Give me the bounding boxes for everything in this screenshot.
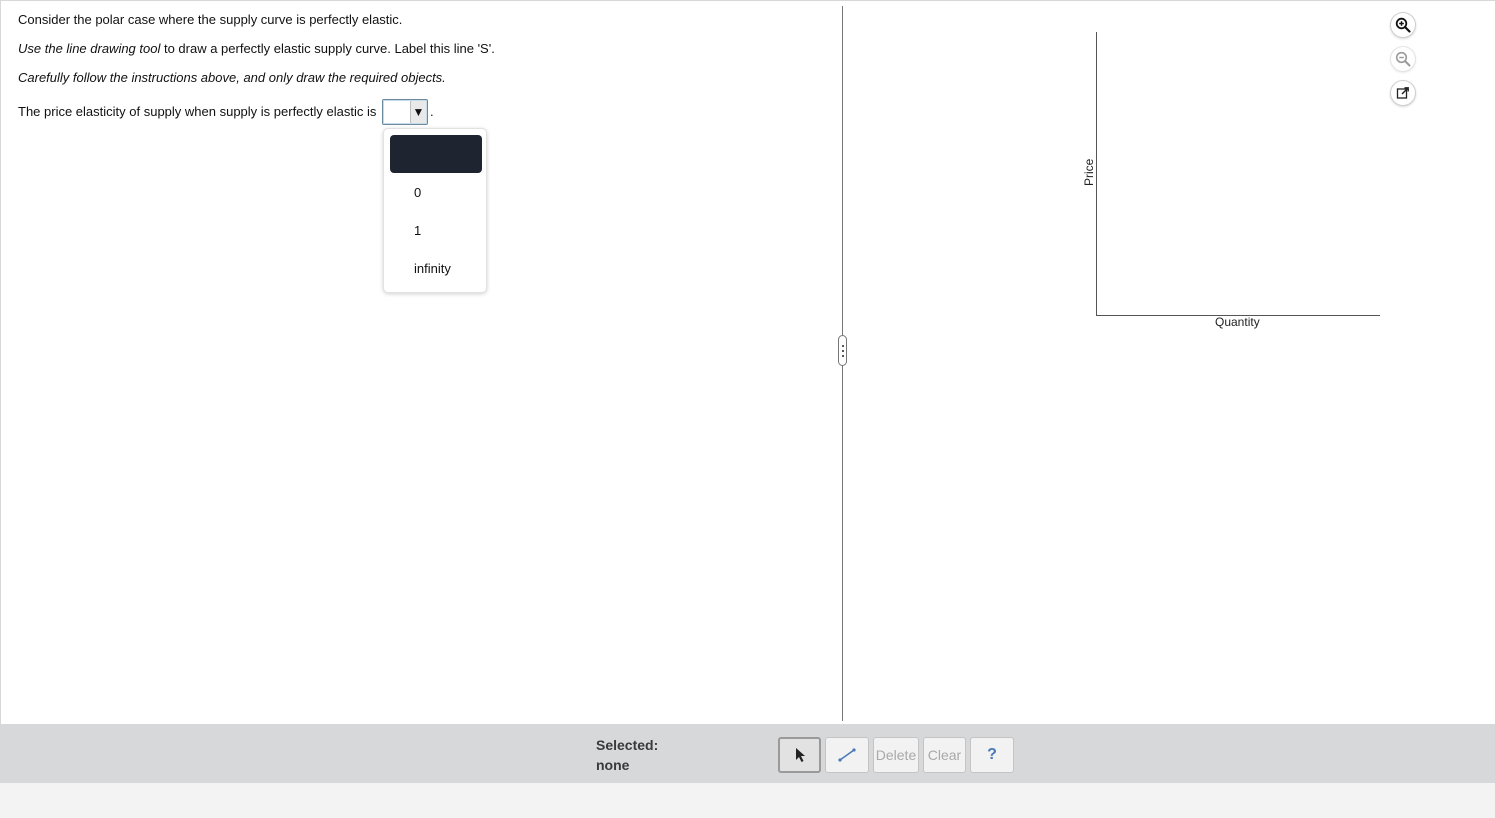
question-panel: Consider the polar case where the supply… bbox=[1, 1, 842, 725]
popout-button[interactable] bbox=[1390, 80, 1416, 106]
popout-icon bbox=[1396, 87, 1409, 99]
y-axis-label: Price bbox=[1082, 158, 1096, 186]
menu-option-infinity[interactable]: infinity bbox=[414, 261, 451, 276]
selected-value: none bbox=[596, 757, 630, 773]
menu-option-blank[interactable] bbox=[390, 135, 482, 173]
menu-option-0[interactable]: 0 bbox=[414, 185, 421, 200]
main-content: Consider the polar case where the supply… bbox=[0, 0, 1495, 724]
instruction-tool-name: Use the line drawing tool bbox=[18, 41, 161, 56]
pointer-tool-button[interactable] bbox=[778, 737, 821, 773]
question-instruction: Use the line drawing tool to draw a perf… bbox=[18, 41, 495, 56]
x-axis-label: Quantity bbox=[1215, 315, 1260, 329]
zoom-in-button[interactable] bbox=[1390, 12, 1416, 38]
menu-option-1[interactable]: 1 bbox=[414, 223, 421, 238]
clear-button[interactable]: Clear bbox=[923, 737, 966, 773]
arrow-cursor-icon bbox=[795, 748, 805, 762]
delete-button[interactable]: Delete bbox=[873, 737, 919, 773]
question-intro: Consider the polar case where the supply… bbox=[18, 12, 403, 27]
line-tool-button[interactable] bbox=[825, 737, 869, 773]
elasticity-dropdown[interactable]: ▼ bbox=[382, 99, 428, 125]
dropdown-arrow-icon[interactable]: ▼ bbox=[410, 101, 426, 123]
footer-bar bbox=[0, 783, 1495, 818]
help-button[interactable]: ? bbox=[970, 737, 1014, 773]
zoom-out-icon bbox=[1395, 51, 1411, 67]
drawing-toolbar: Selected: none Delete Clear ? bbox=[0, 724, 1495, 783]
prompt-period: . bbox=[430, 104, 434, 119]
selected-label: Selected: bbox=[596, 737, 659, 753]
app-window: Consider the polar case where the supply… bbox=[0, 0, 1495, 818]
zoom-in-icon bbox=[1395, 17, 1411, 33]
line-draw-icon bbox=[838, 748, 856, 762]
question-prompt: The price elasticity of supply when supp… bbox=[18, 104, 377, 119]
question-caution: Carefully follow the instructions above,… bbox=[18, 70, 446, 85]
instruction-text: to draw a perfectly elastic supply curve… bbox=[160, 41, 495, 56]
dropdown-menu: 0 1 infinity bbox=[383, 128, 487, 293]
graph-canvas[interactable]: Price Quantity bbox=[843, 1, 1495, 725]
zoom-out-button[interactable] bbox=[1390, 46, 1416, 72]
graph-panel[interactable]: Price Quantity bbox=[843, 1, 1495, 725]
